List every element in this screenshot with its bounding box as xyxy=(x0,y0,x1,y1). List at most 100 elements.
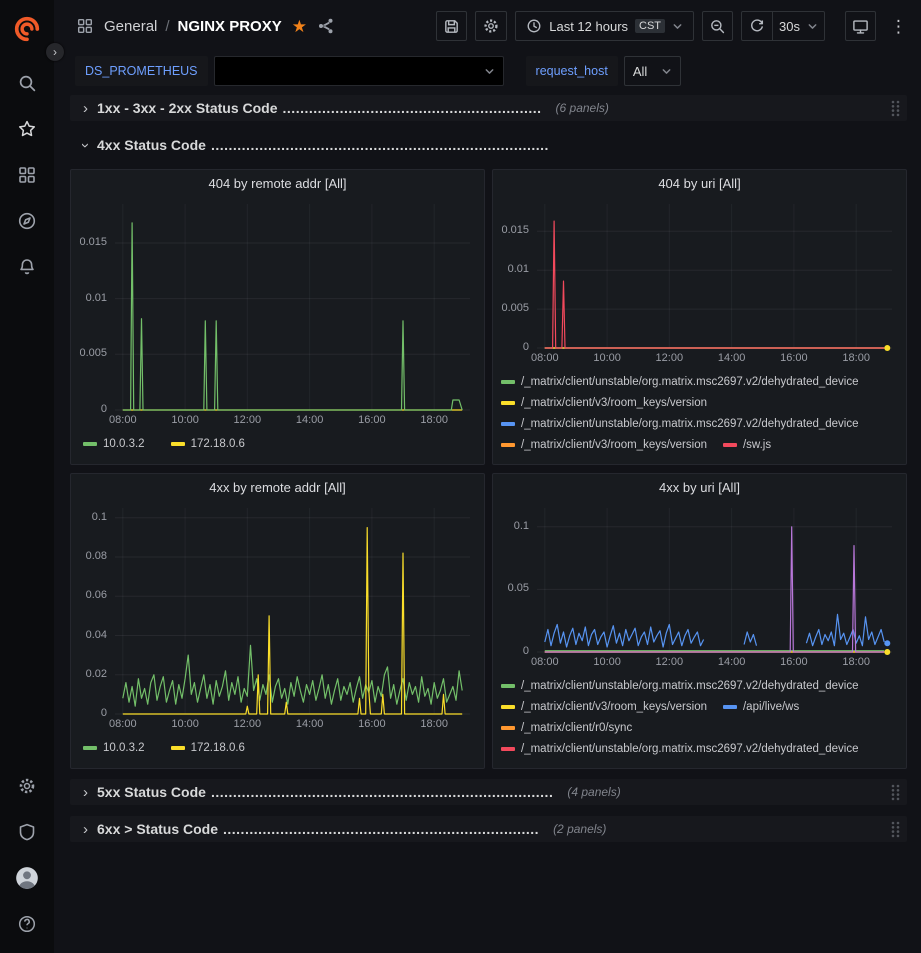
legend-item[interactable]: /_matrix/client/r0/sync xyxy=(501,719,632,737)
share-icon xyxy=(317,17,335,35)
dashboard-row-5xx[interactable]: › 5xx Status Code ......................… xyxy=(70,779,907,805)
legend-item[interactable]: /_matrix/client/unstable/org.matrix.msc2… xyxy=(501,373,859,391)
legend-color-marker xyxy=(171,442,185,446)
chart-4xx-by-uri[interactable]: 00.050.108:0010:0012:0014:0016:0018:00 xyxy=(493,500,906,672)
row-drag-handle[interactable] xyxy=(890,783,901,801)
y-axis-label: 0.06 xyxy=(71,589,107,602)
panel-4xx-by-uri: 4xx by uri [All] 00.050.108:0010:0012:00… xyxy=(492,473,907,769)
refresh-icon xyxy=(749,18,765,34)
chart-404-by-uri[interactable]: 00.0050.010.01508:0010:0012:0014:0016:00… xyxy=(493,196,906,368)
admin-shield-button[interactable] xyxy=(6,809,48,855)
legend-label: /_matrix/client/v3/room_keys/version xyxy=(521,439,707,451)
request-host-dropdown[interactable]: All xyxy=(624,56,681,86)
starred-dashboards-button[interactable] xyxy=(6,106,48,152)
panel-title[interactable]: 404 by remote addr [All] xyxy=(71,170,484,196)
legend-label: /_matrix/client/unstable/org.matrix.msc2… xyxy=(521,743,859,755)
panel-title[interactable]: 404 by uri [All] xyxy=(493,170,906,196)
dashboard-settings-button[interactable] xyxy=(475,11,507,41)
zoom-out-button[interactable] xyxy=(702,11,733,41)
y-axis-label: 0.05 xyxy=(493,582,529,595)
legend-item[interactable]: /_matrix/client/v3/room_keys/version xyxy=(501,436,707,454)
monitor-icon xyxy=(852,18,869,35)
cycle-view-button[interactable] xyxy=(845,11,876,41)
dashboard-row-6xx[interactable]: › 6xx > Status Code ....................… xyxy=(70,816,907,842)
row-title: 4xx Status Code xyxy=(97,137,206,153)
x-axis-label: 14:00 xyxy=(286,414,334,427)
panel-grid: 404 by remote addr [All] 00.0050.010.015… xyxy=(70,169,907,769)
favorite-star-button[interactable]: ★ xyxy=(292,18,307,35)
gear-icon xyxy=(17,776,37,796)
sidebar-expand-button[interactable]: › xyxy=(46,43,64,61)
legend-item[interactable]: 172.18.0.6 xyxy=(171,739,245,757)
help-button[interactable] xyxy=(6,901,48,947)
x-axis-label: 18:00 xyxy=(832,656,880,669)
server-admin-settings-button[interactable] xyxy=(6,763,48,809)
star-filled-icon: ★ xyxy=(292,17,307,36)
legend-item[interactable]: 172.18.0.6 xyxy=(171,435,245,453)
legend-item[interactable]: /sw.js xyxy=(723,436,771,454)
grafana-logo[interactable] xyxy=(6,8,48,50)
panel-title[interactable]: 4xx by uri [All] xyxy=(493,474,906,500)
time-range-picker[interactable]: Last 12 hours CST xyxy=(515,11,694,41)
shield-icon xyxy=(17,822,37,842)
legend-item[interactable]: /_matrix/client/unstable/org.matrix.msc2… xyxy=(501,415,859,433)
x-axis-label: 16:00 xyxy=(770,656,818,669)
row-drag-handle[interactable] xyxy=(890,99,901,117)
row-title: 1xx - 3xx - 2xx Status Code xyxy=(97,100,278,116)
sidebar-bottom-section xyxy=(6,763,48,947)
chevron-down-icon xyxy=(661,66,672,77)
row-dots: ........................................… xyxy=(211,784,553,800)
y-axis-label: 0.02 xyxy=(71,668,107,681)
x-axis-label: 10:00 xyxy=(583,656,631,669)
breadcrumb-section[interactable]: General xyxy=(104,18,157,35)
legend-item[interactable]: /_matrix/client/v3/room_keys/version xyxy=(501,698,707,716)
row-dots: ........................................… xyxy=(211,137,549,153)
alerting-button[interactable] xyxy=(6,244,48,290)
chevron-down-icon xyxy=(807,21,818,32)
x-axis-label: 12:00 xyxy=(645,352,693,365)
legend-label: 172.18.0.6 xyxy=(191,438,245,450)
refresh-interval-dropdown[interactable]: 30s xyxy=(773,12,824,40)
variables-bar: DS_PROMETHEUS request_host All xyxy=(54,52,921,90)
chart-4xx-by-remote-addr[interactable]: 00.020.040.060.080.108:0010:0012:0014:00… xyxy=(71,500,484,734)
search-button[interactable] xyxy=(6,60,48,106)
refresh-interval-label: 30s xyxy=(779,19,800,34)
x-axis-label: 08:00 xyxy=(99,414,147,427)
question-circle-icon xyxy=(17,914,37,934)
explore-button[interactable] xyxy=(6,198,48,244)
legend-item[interactable]: 10.0.3.2 xyxy=(83,739,145,757)
legend-label: 10.0.3.2 xyxy=(103,438,145,450)
y-axis-label: 0.005 xyxy=(493,302,529,315)
row-drag-handle[interactable] xyxy=(890,820,901,838)
legend-color-marker xyxy=(501,705,515,709)
dashboards-button[interactable] xyxy=(6,152,48,198)
legend-label: /_matrix/client/r0/sync xyxy=(521,722,632,734)
legend-item[interactable]: /_matrix/client/v3/room_keys/version xyxy=(501,394,707,412)
refresh-button[interactable] xyxy=(742,12,772,40)
legend-color-marker xyxy=(723,705,737,709)
legend-item[interactable]: /api/live/ws xyxy=(723,698,799,716)
save-dashboard-button[interactable] xyxy=(436,11,467,41)
datasource-dropdown[interactable] xyxy=(214,56,504,86)
dashboard-row-4xx[interactable]: › 4xx Status Code ......................… xyxy=(70,132,907,158)
chart-canvas xyxy=(493,500,906,672)
kebab-menu-button[interactable]: ⋮ xyxy=(890,18,907,35)
profile-avatar-button[interactable] xyxy=(6,855,48,901)
compass-icon xyxy=(17,211,37,231)
y-axis-label: 0.08 xyxy=(71,550,107,563)
zoom-out-icon xyxy=(709,18,726,35)
panel-title[interactable]: 4xx by remote addr [All] xyxy=(71,474,484,500)
y-axis-label: 0.01 xyxy=(493,263,529,276)
top-navigation: General / NGINX PROXY ★ Last 12 hours CS… xyxy=(54,0,921,52)
chevron-down-icon xyxy=(484,66,495,77)
share-button[interactable] xyxy=(317,17,335,35)
time-range-label: Last 12 hours xyxy=(549,19,628,34)
dashboard-row-1xx-3xx-2xx[interactable]: › 1xx - 3xx - 2xx Status Code ..........… xyxy=(70,95,907,121)
legend-label: /api/live/ws xyxy=(743,701,799,713)
legend-item[interactable]: /_matrix/client/unstable/org.matrix.msc2… xyxy=(501,677,859,695)
legend-item[interactable]: 10.0.3.2 xyxy=(83,435,145,453)
legend-item[interactable]: /_matrix/client/unstable/org.matrix.msc2… xyxy=(501,740,859,758)
x-axis-label: 10:00 xyxy=(161,718,209,731)
x-axis-label: 16:00 xyxy=(770,352,818,365)
chart-404-by-remote-addr[interactable]: 00.0050.010.01508:0010:0012:0014:0016:00… xyxy=(71,196,484,430)
